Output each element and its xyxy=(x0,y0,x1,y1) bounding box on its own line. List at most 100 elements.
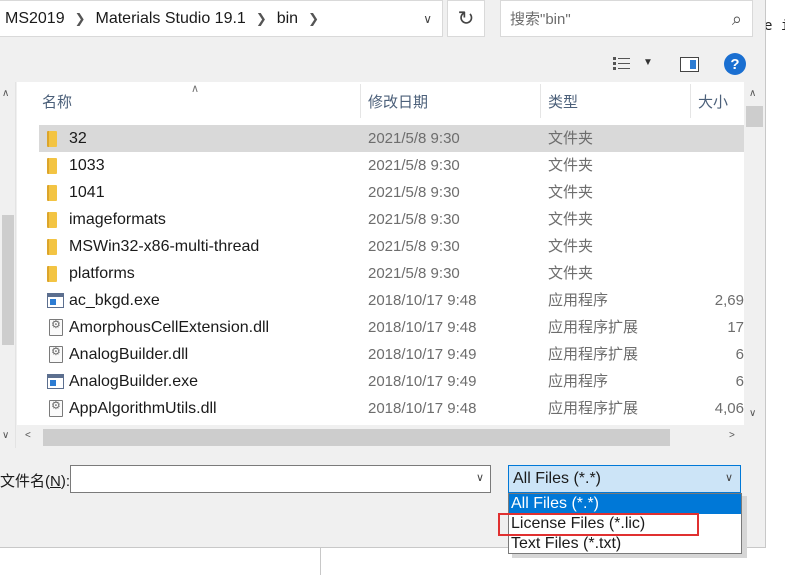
table-row[interactable]: AnalogBuilder.exe 2018/10/17 9:49 应用程序 6 xyxy=(39,368,744,395)
file-name: AppAlgorithmUtils.dll xyxy=(69,400,217,417)
background-text: e i xyxy=(764,18,785,34)
dropdown-shadow xyxy=(512,554,747,558)
exe-icon xyxy=(47,374,64,389)
file-date: 2018/10/17 9:48 xyxy=(368,400,477,417)
refresh-button[interactable]: ↻ xyxy=(447,0,485,37)
exe-icon xyxy=(47,293,64,308)
folder-icon xyxy=(47,131,57,147)
nav-scrollbar-thumb[interactable] xyxy=(2,215,14,345)
view-options-dropdown-icon[interactable]: ▼ xyxy=(643,57,653,68)
vertical-scrollbar[interactable] xyxy=(744,82,764,425)
address-bar[interactable]: MS2019 ❯ Materials Studio 19.1 ❯ bin ❯ ∨ xyxy=(0,0,443,37)
folder-icon xyxy=(47,266,57,282)
vertical-scrollbar-thumb[interactable] xyxy=(746,106,763,127)
file-list[interactable]: 名称 ∧ 修改日期 类型 大小 32 2021/5/8 9:30 文件夹 1033 20… xyxy=(17,82,744,425)
file-type-select[interactable]: All Files (*.*) ∨ xyxy=(508,465,741,493)
file-name: 1033 xyxy=(69,157,105,174)
column-header-date[interactable]: 修改日期 xyxy=(360,82,540,120)
column-header-type[interactable]: 类型 xyxy=(540,82,690,120)
file-size: 4,06 xyxy=(714,400,744,417)
filename-label-accesskey: N xyxy=(50,473,61,490)
scroll-right-icon[interactable]: > xyxy=(729,430,735,441)
search-input[interactable]: 搜索"bin" ⌕ xyxy=(500,0,753,37)
file-type: 应用程序扩展 xyxy=(548,346,639,363)
file-type: 文件夹 xyxy=(548,130,594,147)
table-row[interactable]: AmorphousCellExtension.dll 2018/10/17 9:4… xyxy=(39,314,744,341)
help-icon[interactable]: ? xyxy=(724,53,746,75)
file-date: 2021/5/8 9:30 xyxy=(368,157,460,174)
file-name: AnalogBuilder.exe xyxy=(69,373,198,390)
file-type: 文件夹 xyxy=(548,238,594,255)
horizontal-scrollbar-thumb[interactable] xyxy=(43,429,670,446)
preview-pane-icon[interactable] xyxy=(680,57,699,72)
scroll-left-icon[interactable]: < xyxy=(25,430,31,441)
folder-icon xyxy=(47,158,57,174)
table-row[interactable]: AppAlgorithmUtils.dll 2018/10/17 9:48 应用程序… xyxy=(39,395,744,422)
file-type: 文件夹 xyxy=(548,157,594,174)
file-date: 2018/10/17 9:48 xyxy=(368,292,477,309)
file-type-option-text[interactable]: Text Files (*.txt) xyxy=(509,534,741,554)
file-open-dialog-screenshot: e i MS2019 ❯ Materials Studio 19.1 ❯ bin… xyxy=(0,0,785,575)
table-row[interactable]: imageformats 2021/5/8 9:30 文件夹 xyxy=(39,206,744,233)
scroll-up-icon[interactable]: ∧ xyxy=(749,88,756,99)
table-row[interactable]: 1041 2021/5/8 9:30 文件夹 xyxy=(39,179,744,206)
column-label-type: 类型 xyxy=(548,93,579,111)
dropdown-shadow xyxy=(742,496,747,556)
breadcrumb-bin[interactable]: bin xyxy=(277,10,298,28)
chevron-right-icon[interactable]: ❯ xyxy=(65,11,96,27)
filename-dropdown-icon[interactable]: ∨ xyxy=(476,471,484,484)
nav-scroll-up-icon[interactable]: ∧ xyxy=(2,88,9,99)
column-header-size[interactable]: 大小 xyxy=(690,82,744,120)
view-options-icon[interactable] xyxy=(612,56,632,72)
file-size xyxy=(689,233,744,260)
breadcrumb-materials-studio[interactable]: Materials Studio 19.1 xyxy=(96,10,246,28)
filename-label-prefix: 文件名( xyxy=(0,473,50,490)
table-row[interactable]: ac_bkgd.exe 2018/10/17 9:48 应用程序 2,69 xyxy=(39,287,744,314)
folder-icon xyxy=(47,212,57,228)
file-size: 6 xyxy=(735,373,744,390)
file-date: 2021/5/8 9:30 xyxy=(368,130,460,147)
file-name: MSWin32-x86-multi-thread xyxy=(69,238,260,255)
file-name: AmorphousCellExtension.dll xyxy=(69,319,270,336)
folder-icon xyxy=(47,185,57,201)
file-size xyxy=(689,260,744,287)
dll-icon xyxy=(49,399,63,417)
file-date: 2021/5/8 9:30 xyxy=(368,265,460,282)
file-size xyxy=(689,125,744,152)
background-divider xyxy=(320,548,321,575)
filename-input[interactable]: ∨ xyxy=(70,465,491,493)
file-date: 2021/5/8 9:30 xyxy=(368,184,460,201)
table-row[interactable]: 1033 2021/5/8 9:30 文件夹 xyxy=(39,152,744,179)
file-date: 2021/5/8 9:30 xyxy=(368,211,460,228)
background-window xyxy=(765,0,785,575)
table-row[interactable]: AnalogBuilder.dll 2018/10/17 9:49 应用程序扩展 6 xyxy=(39,341,744,368)
file-type-dropdown-icon[interactable]: ∨ xyxy=(725,471,733,484)
chevron-right-icon[interactable]: ❯ xyxy=(298,11,329,27)
address-history-dropdown-icon[interactable]: ∨ xyxy=(423,12,432,26)
table-row[interactable]: platforms 2021/5/8 9:30 文件夹 xyxy=(39,260,744,287)
nav-scroll-down-icon[interactable]: ∨ xyxy=(2,430,9,441)
file-name: 1041 xyxy=(69,184,105,201)
chevron-right-icon[interactable]: ❯ xyxy=(246,11,277,27)
file-size xyxy=(689,206,744,233)
file-size: 2,69 xyxy=(714,292,744,309)
scroll-down-icon[interactable]: ∨ xyxy=(749,408,756,419)
column-label-name: 名称 xyxy=(42,93,73,111)
file-date: 2018/10/17 9:49 xyxy=(368,373,477,390)
file-size: 17 xyxy=(727,319,744,336)
breadcrumb-ms2019[interactable]: MS2019 xyxy=(5,10,65,28)
dll-icon xyxy=(49,345,63,363)
file-type: 应用程序 xyxy=(548,292,609,309)
table-row[interactable]: 32 2021/5/8 9:30 文件夹 xyxy=(39,125,744,152)
filename-label-suffix: ): xyxy=(60,473,71,490)
annotation-highlight-box xyxy=(498,513,699,536)
file-name: imageformats xyxy=(69,211,166,228)
table-row[interactable]: MSWin32-x86-multi-thread 2021/5/8 9:30 文件夹 xyxy=(39,233,744,260)
file-name: 32 xyxy=(69,130,87,147)
dll-icon xyxy=(49,318,63,336)
file-date: 2018/10/17 9:49 xyxy=(368,346,477,363)
file-type-option-all[interactable]: All Files (*.*) xyxy=(509,494,741,514)
file-name: AnalogBuilder.dll xyxy=(69,346,189,363)
search-icon[interactable]: ⌕ xyxy=(732,9,742,30)
file-type: 文件夹 xyxy=(548,184,594,201)
